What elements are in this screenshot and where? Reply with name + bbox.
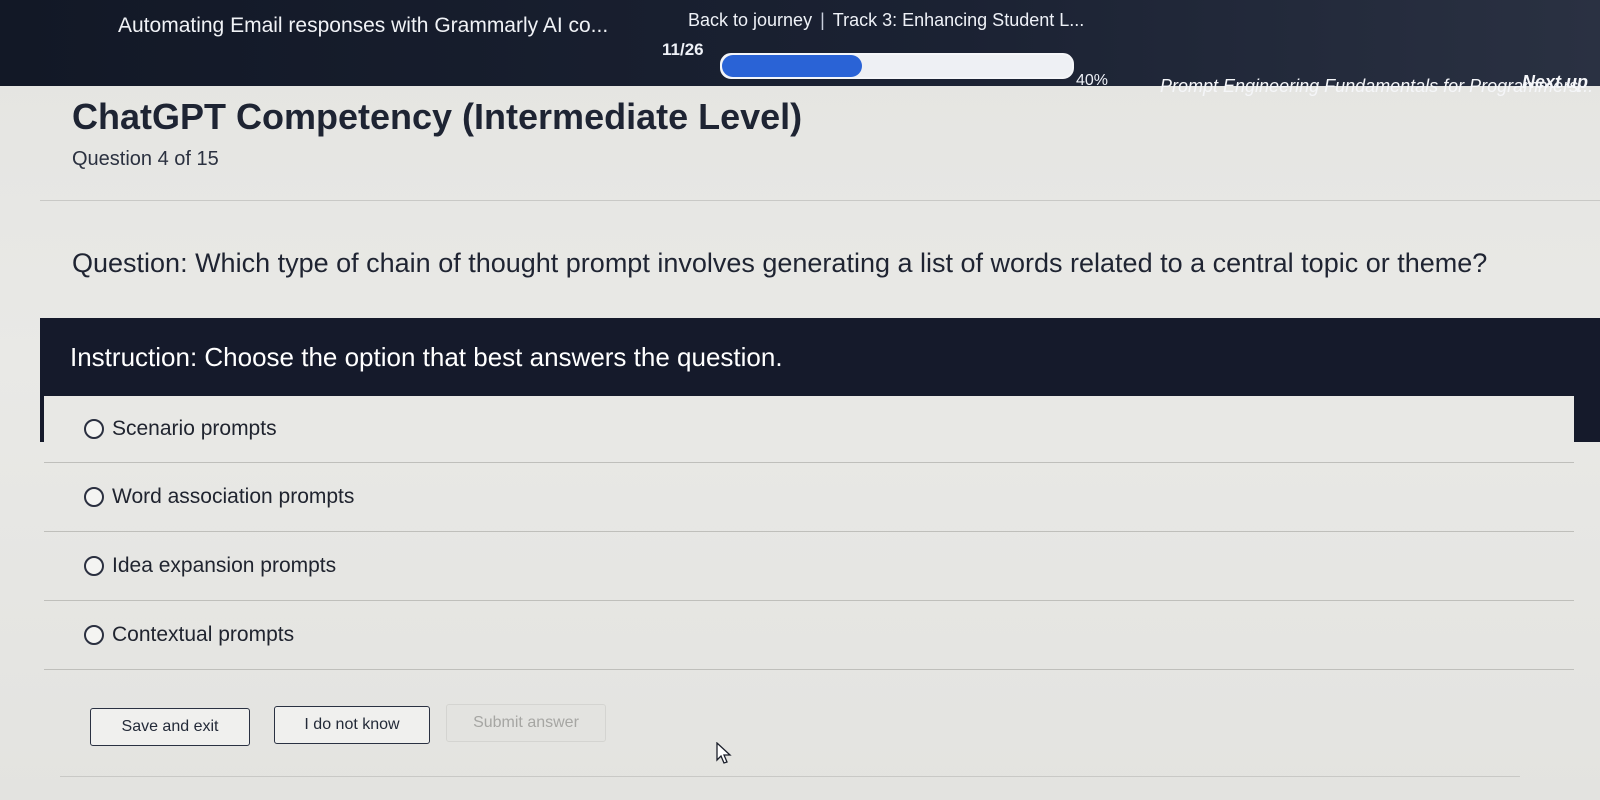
back-to-journey-link[interactable]: Back to journey | Track 3: Enhancing Stude… [688,10,1084,31]
divider [40,200,1600,201]
next-up-label: Next up [1522,72,1589,92]
answer-option-label[interactable]: Scenario prompts [112,417,277,441]
i-do-not-know-button[interactable]: I do not know [274,706,430,744]
breadcrumb-separator: | [820,10,825,30]
top-header: Automating Email responses with Grammarl… [0,0,1600,96]
track-title[interactable]: Track 3: Enhancing Student L... [833,10,1084,30]
progress-bar [720,53,1074,79]
divider [60,776,1520,777]
answer-options: Scenario prompts Word association prompt… [44,396,1574,670]
save-and-exit-button[interactable]: Save and exit [90,708,250,746]
answer-option-scenario[interactable]: Scenario prompts [44,396,1574,463]
answer-option-contextual[interactable]: Contextual prompts [44,601,1574,670]
mouse-cursor-icon [716,742,732,764]
progress-count: 11/26 [662,40,704,59]
answer-option-label[interactable]: Contextual prompts [112,623,294,647]
quiz-screen: Automating Email responses with Grammarl… [0,0,1600,800]
question-counter: Question 4 of 15 [72,148,219,170]
radio-button-icon[interactable] [84,625,104,645]
answer-option-idea-expansion[interactable]: Idea expansion prompts [44,532,1574,601]
question-text: Question: Which type of chain of thought… [72,248,1488,278]
answer-option-label[interactable]: Word association prompts [112,485,354,509]
progress-bar-fill [722,55,862,77]
radio-button-icon[interactable] [84,487,104,507]
instruction-text: Instruction: Choose the option that best… [70,342,783,372]
progress-percent: 40% [1076,72,1109,89]
back-to-journey-label[interactable]: Back to journey [688,10,812,30]
radio-button-icon[interactable] [84,556,104,576]
course-title[interactable]: Automating Email responses with Grammarl… [118,14,608,38]
answer-option-word-association[interactable]: Word association prompts [44,463,1574,532]
answer-option-label[interactable]: Idea expansion prompts [112,554,336,578]
submit-answer-button[interactable]: Submit answer [446,704,606,742]
radio-button-icon[interactable] [84,419,104,439]
page-title: ChatGPT Competency (Intermediate Level) [72,96,803,137]
